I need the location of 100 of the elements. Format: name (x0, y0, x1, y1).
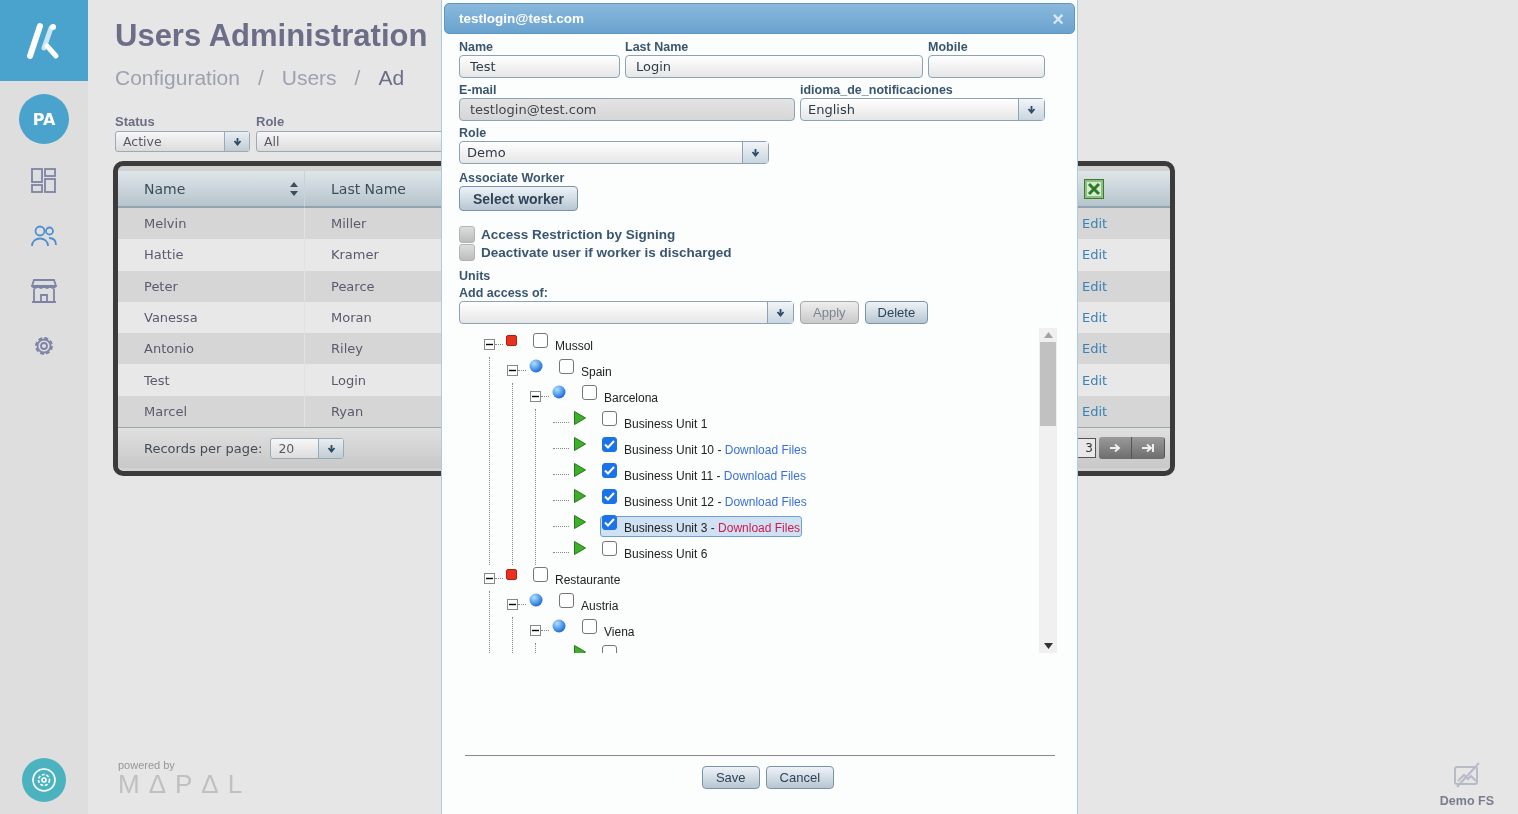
collapse-toggle[interactable] (484, 338, 495, 350)
last-page-button[interactable] (1132, 437, 1165, 460)
unit-label: Mussol (555, 339, 593, 353)
field-label: Associate Worker (459, 171, 565, 186)
download-link[interactable]: Download Files (724, 443, 807, 457)
edit-link[interactable]: Edit (1082, 247, 1108, 263)
checkbox[interactable] (602, 462, 617, 478)
unit-label: Business Unit 6 (624, 547, 708, 561)
unit-label: Business Unit 11 - Download Files (624, 469, 806, 483)
unit-label: Business Unit 3 - Download Files (624, 521, 801, 535)
field-label: Last Name (625, 40, 689, 55)
field-label: Add access of: (459, 286, 548, 301)
unit-label: Restaurante (555, 573, 621, 587)
checkbox[interactable] (602, 436, 617, 452)
checkbox[interactable] (602, 540, 617, 556)
settings-icon[interactable] (32, 334, 56, 358)
mobile-field[interactable] (928, 55, 1045, 78)
column-header[interactable]: Name (118, 171, 305, 208)
tree-item[interactable]: Business Unit 11 - Download Files (600, 463, 808, 485)
breadcrumb-separator: / (257, 66, 264, 90)
role-select[interactable]: Demo (459, 141, 769, 164)
collapse-toggle[interactable] (507, 364, 518, 376)
tree-item[interactable]: Business Unit 10 - Download Files (600, 437, 809, 459)
dashboard-icon[interactable] (31, 168, 57, 194)
scroll-down-icon[interactable] (1043, 643, 1053, 649)
tree-item[interactable]: Restaurante (531, 567, 623, 589)
next-page-button[interactable] (1099, 437, 1132, 460)
play-icon (574, 515, 586, 529)
table-cell: Hattie (118, 239, 305, 271)
checkbox[interactable] (533, 566, 548, 582)
no-image-icon (1452, 762, 1481, 788)
page-title: Users Administration (115, 18, 428, 54)
help-button[interactable] (22, 758, 66, 802)
caret-icon (326, 443, 336, 453)
play-icon (574, 411, 586, 425)
gear-icon (31, 767, 57, 793)
scrollbar[interactable] (1039, 328, 1057, 653)
filter-label: Status (115, 114, 155, 129)
tree-item[interactable]: Business Unit 3 - Download Files (600, 515, 803, 537)
checkbox[interactable] (582, 618, 597, 634)
tree-item[interactable]: Austria (557, 593, 621, 615)
globe-icon (529, 593, 543, 607)
play-icon (574, 463, 586, 477)
scroll-thumb[interactable] (1040, 342, 1056, 426)
name-field[interactable]: Test (459, 55, 620, 78)
logo-icon[interactable] (27, 21, 61, 60)
records-select[interactable]: 20 (270, 437, 345, 459)
caret-icon (1027, 105, 1036, 114)
download-link[interactable]: Download Files (723, 469, 806, 483)
play-icon (574, 541, 586, 555)
checkbox[interactable] (459, 244, 475, 261)
collapse-toggle[interactable] (530, 390, 541, 402)
checkbox[interactable] (602, 488, 617, 504)
filter-label: Role (256, 114, 285, 129)
edit-link[interactable]: Edit (1082, 310, 1108, 326)
tree-item[interactable]: Business Unit 6 (600, 541, 710, 563)
last-name-field[interactable]: Login (625, 55, 923, 78)
download-link[interactable]: Download Files (724, 495, 807, 509)
checkbox[interactable] (602, 514, 617, 530)
tree-item[interactable]: Business Unit 12 - Download Files (600, 489, 809, 511)
delete-button[interactable]: Delete (864, 301, 929, 324)
language-select[interactable]: English (800, 98, 1045, 121)
square-icon (506, 334, 517, 346)
table-cell: Peter (118, 270, 305, 302)
collapse-toggle[interactable] (507, 598, 518, 610)
collapse-toggle[interactable] (484, 572, 495, 584)
breadcrumb-separator: / (354, 66, 361, 90)
field-label: Mobile (928, 40, 968, 55)
field-label: Name (459, 40, 494, 55)
checkbox[interactable] (582, 384, 597, 400)
users-icon[interactable] (31, 225, 57, 247)
checkbox[interactable] (559, 592, 574, 608)
select-worker-button[interactable]: Select worker (459, 186, 579, 211)
unit-label: Viena (604, 625, 635, 639)
table-cell: Test (118, 364, 305, 396)
powered-by-text: powered by (118, 759, 175, 771)
checkbox[interactable] (559, 358, 574, 374)
tree-item[interactable]: Viena (580, 619, 637, 641)
environment-label: Demo FS (1439, 794, 1494, 808)
option-label: Deactivate user if worker is discharged (481, 245, 732, 260)
filter-select[interactable]: Active (115, 131, 250, 152)
access-select[interactable] (459, 301, 794, 324)
store-icon[interactable] (31, 279, 57, 303)
checkbox[interactable] (533, 332, 548, 348)
save-button[interactable]: Save (701, 766, 760, 789)
caret-icon (232, 137, 242, 146)
tree-item[interactable]: Mussol (531, 333, 595, 355)
table-cell: Marcel (118, 395, 305, 428)
arrow-to-end-icon (1141, 443, 1155, 454)
collapse-toggle[interactable] (530, 624, 541, 636)
unit-label: Austria (581, 599, 619, 613)
checkbox[interactable] (459, 226, 475, 243)
spreadsheet-icon[interactable] (1084, 178, 1104, 199)
dialog-title: testlogin@test.com (459, 11, 584, 26)
breadcrumb-current: Ad (378, 66, 405, 90)
checkbox[interactable] (602, 410, 617, 426)
edit-link[interactable]: Edit (1082, 372, 1108, 388)
cancel-button[interactable]: Cancel (765, 766, 835, 789)
sort-icon[interactable] (289, 180, 299, 197)
download-link[interactable]: Download Files (718, 521, 801, 535)
